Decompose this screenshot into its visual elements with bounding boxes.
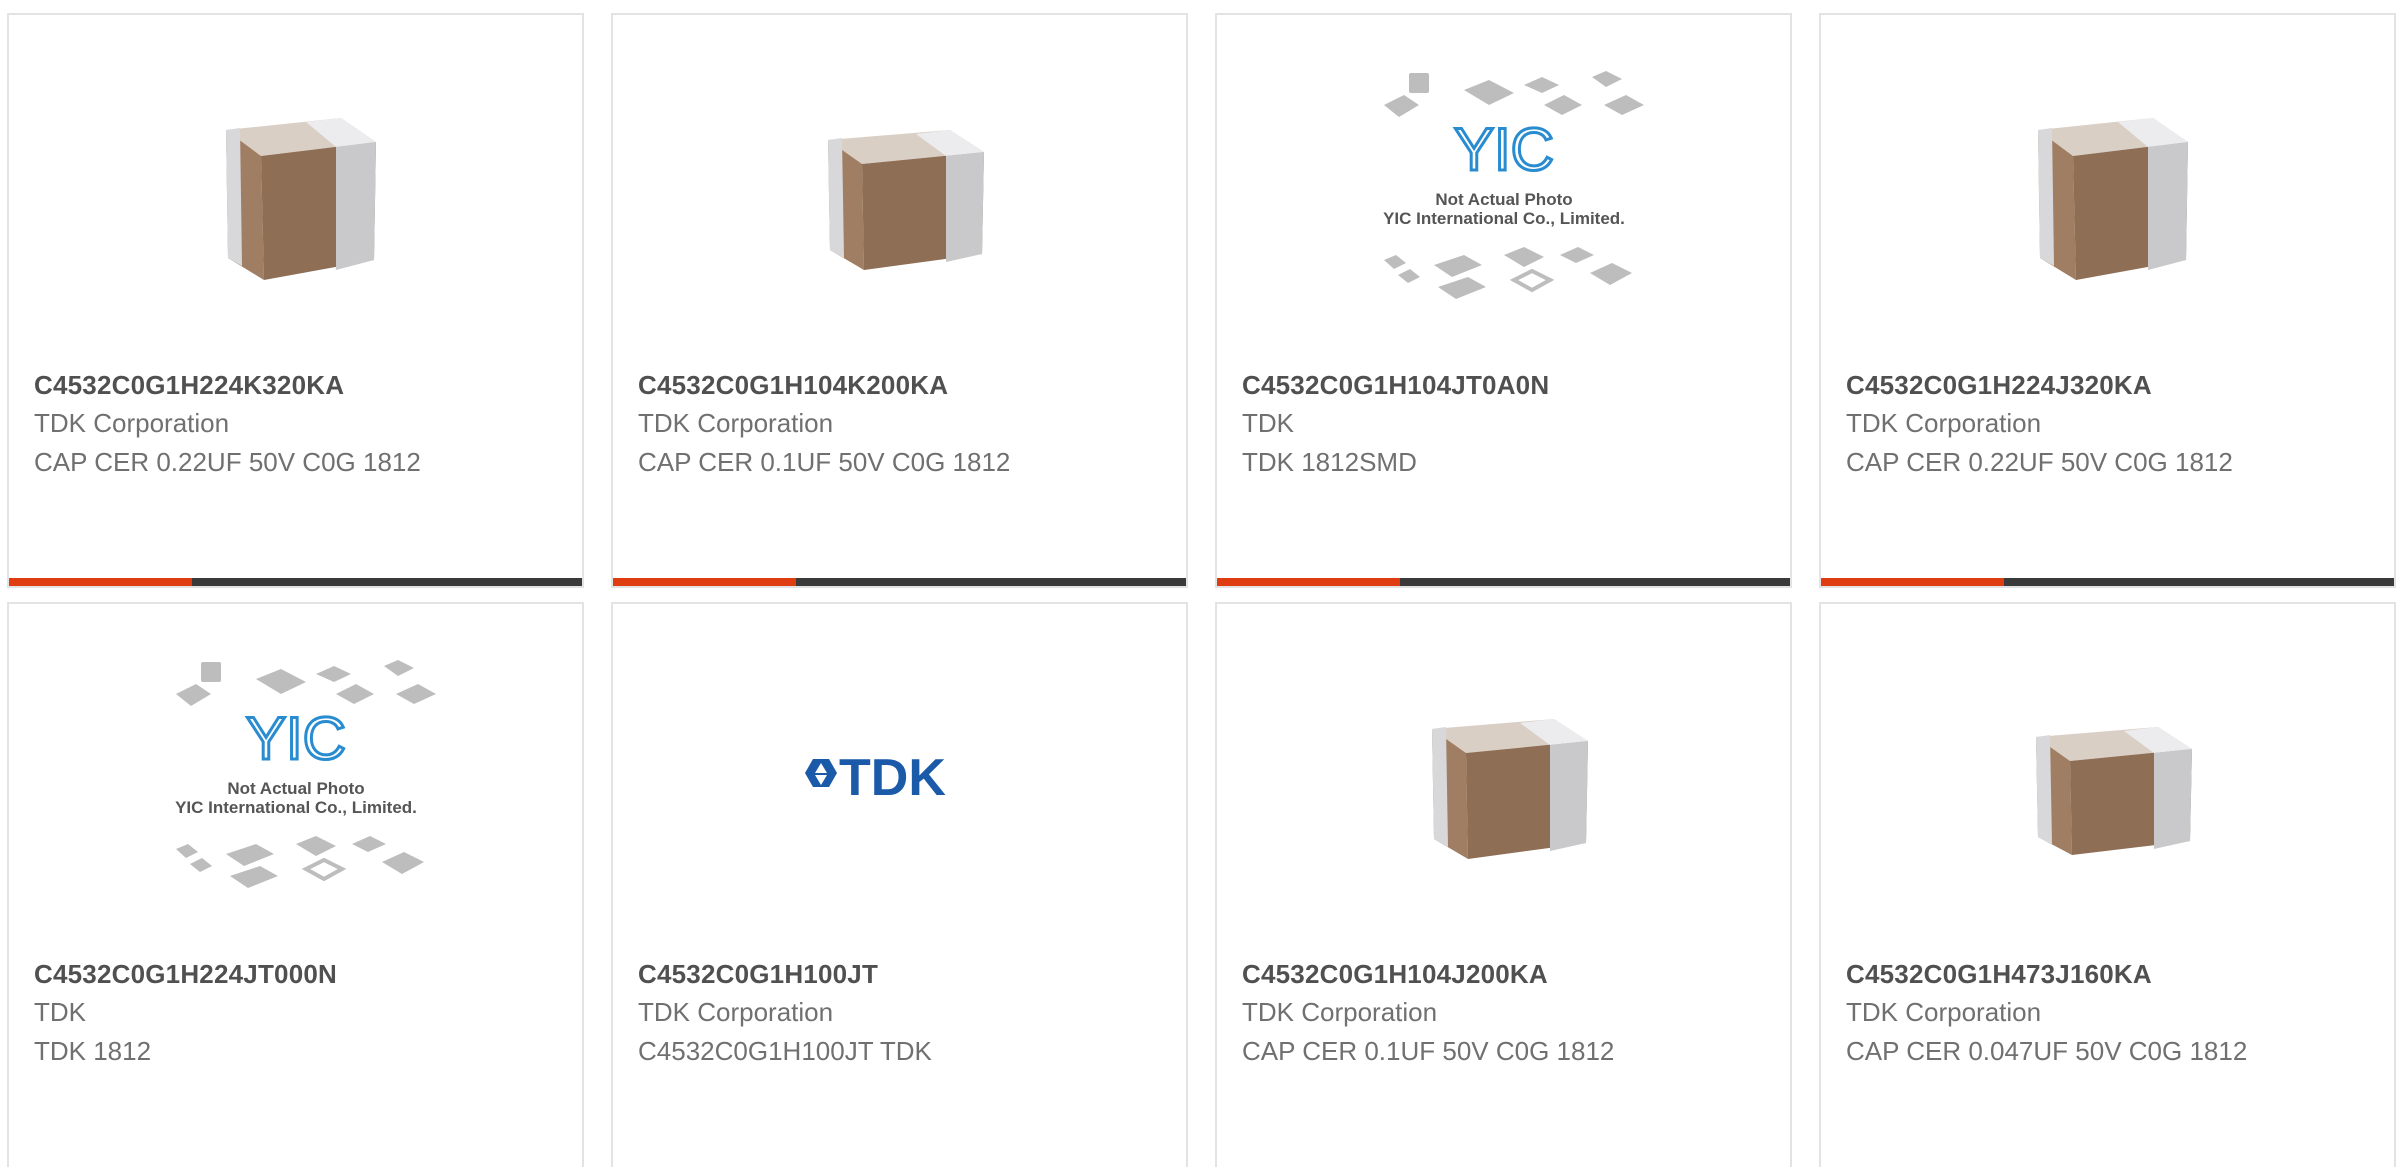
manufacturer: TDK Corporation: [34, 408, 230, 438]
capacitor-chip-icon: [225, 118, 376, 280]
product-card[interactable]: C4532C0G1H104J200KA TDK Corporation CAP …: [1215, 602, 1792, 1167]
product-image[interactable]: YIC Not Actual Photo YIC International C…: [1217, 65, 1790, 315]
product-image[interactable]: [1821, 654, 2394, 904]
part-number[interactable]: C4532C0G1H104K200KA: [638, 370, 948, 401]
description: TDK 1812: [34, 1036, 152, 1066]
product-card[interactable]: C4532C0G1H224K320KA TDK Corporation CAP …: [7, 13, 584, 588]
svg-text:YIC: YIC: [245, 705, 345, 772]
part-number[interactable]: C4532C0G1H224J320KA: [1846, 370, 2152, 401]
part-number[interactable]: C4532C0G1H473J160KA: [1846, 959, 2152, 990]
part-number[interactable]: C4532C0G1H224JT000N: [34, 959, 337, 990]
svg-text:YIC: YIC: [1453, 116, 1553, 183]
manufacturer: TDK Corporation: [638, 997, 834, 1027]
svg-text:Not Actual Photo: Not Actual Photo: [1435, 190, 1572, 209]
description: CAP CER 0.22UF 50V C0G 1812: [34, 447, 421, 477]
product-image[interactable]: [613, 65, 1186, 315]
part-number[interactable]: C4532C0G1H104J200KA: [1242, 959, 1548, 990]
capacitor-chip-icon: [827, 130, 984, 270]
part-number[interactable]: C4532C0G1H104JT0A0N: [1242, 370, 1549, 401]
description: TDK 1812SMD: [1242, 447, 1417, 477]
product-card[interactable]: C4532C0G1H224J320KA TDK Corporation CAP …: [1819, 13, 2396, 588]
product-image[interactable]: [1821, 65, 2394, 315]
product-image[interactable]: [9, 65, 582, 315]
product-card[interactable]: TDK C4532C0G1H100JT TDK Corporation C453…: [611, 602, 1188, 1167]
tdk-logo-icon: TDK: [804, 749, 946, 807]
capacitor-chip-icon: [2037, 118, 2188, 280]
product-card[interactable]: C4532C0G1H104K200KA TDK Corporation CAP …: [611, 13, 1188, 588]
part-number[interactable]: C4532C0G1H100JT: [638, 959, 878, 990]
product-grid: C4532C0G1H224K320KA TDK Corporation CAP …: [0, 0, 2400, 1167]
svg-text:TDK: TDK: [839, 749, 946, 807]
manufacturer: TDK Corporation: [638, 408, 834, 438]
manufacturer: TDK: [1242, 408, 1294, 438]
yic-placeholder-icon: YIC Not Actual Photo YIC International C…: [175, 660, 436, 888]
description: C4532C0G1H100JT TDK: [638, 1036, 932, 1066]
manufacturer: TDK: [34, 997, 86, 1027]
capacitor-chip-icon: [1431, 719, 1588, 859]
description: CAP CER 0.1UF 50V C0G 1812: [1242, 1036, 1615, 1066]
svg-text:YIC International Co., Limited: YIC International Co., Limited.: [1383, 209, 1625, 228]
capacitor-chip-icon: [2035, 727, 2192, 855]
product-image[interactable]: [1217, 654, 1790, 904]
card-accent-bar: [9, 578, 582, 586]
card-accent-bar: [1821, 578, 2394, 586]
yic-placeholder-icon: YIC Not Actual Photo YIC International C…: [1383, 71, 1644, 299]
product-image[interactable]: YIC Not Actual Photo YIC International C…: [9, 654, 582, 904]
svg-text:Not Actual Photo: Not Actual Photo: [227, 779, 364, 798]
manufacturer: TDK Corporation: [1846, 408, 2042, 438]
description: CAP CER 0.1UF 50V C0G 1812: [638, 447, 1011, 477]
product-card[interactable]: YIC Not Actual Photo YIC International C…: [7, 602, 584, 1167]
description: CAP CER 0.047UF 50V C0G 1812: [1846, 1036, 2248, 1066]
card-accent-bar: [1217, 578, 1790, 586]
description: CAP CER 0.22UF 50V C0G 1812: [1846, 447, 2233, 477]
product-image[interactable]: TDK: [613, 654, 1186, 904]
svg-text:YIC International Co., Limited: YIC International Co., Limited.: [175, 798, 417, 817]
manufacturer: TDK Corporation: [1846, 997, 2042, 1027]
product-card[interactable]: YIC Not Actual Photo YIC International C…: [1215, 13, 1792, 588]
product-card[interactable]: C4532C0G1H473J160KA TDK Corporation CAP …: [1819, 602, 2396, 1167]
manufacturer: TDK Corporation: [1242, 997, 1438, 1027]
card-accent-bar: [613, 578, 1186, 586]
part-number[interactable]: C4532C0G1H224K320KA: [34, 370, 344, 401]
